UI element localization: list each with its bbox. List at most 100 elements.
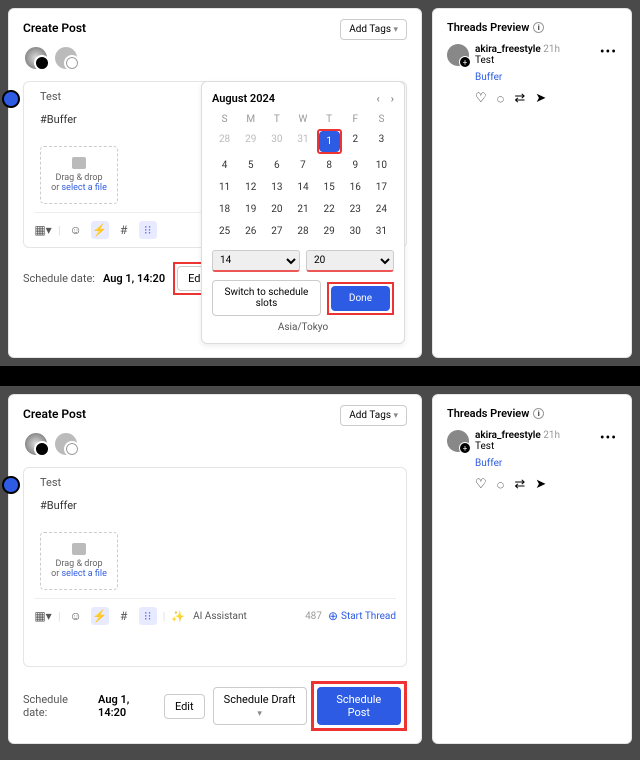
dow-header: S (212, 111, 237, 128)
day-cell[interactable]: 28 (212, 129, 237, 154)
day-cell[interactable]: 29 (317, 221, 342, 242)
month-label: August 2024 (212, 92, 275, 105)
repost-icon[interactable]: ⇄ (514, 477, 525, 493)
day-cell[interactable]: 30 (343, 221, 368, 242)
channel-avatars (23, 45, 407, 73)
minute-select[interactable]: 20 (306, 250, 394, 272)
day-cell[interactable]: 16 (343, 177, 368, 198)
info-icon[interactable]: i (533, 22, 544, 33)
comment-icon[interactable]: ◌ (497, 477, 505, 493)
day-cell[interactable]: 14 (290, 177, 315, 198)
day-cell[interactable]: 31 (290, 129, 315, 154)
add-tags-button[interactable]: Add Tags ▾ (340, 405, 407, 426)
emoji-icon[interactable]: ☺ (67, 607, 85, 625)
dow-header: T (317, 111, 342, 128)
share-icon[interactable]: ➤ (535, 91, 546, 107)
avatar-1[interactable] (23, 45, 49, 71)
day-cell[interactable]: 6 (264, 155, 289, 176)
day-cell[interactable]: 13 (264, 177, 289, 198)
date-picker: August 2024 ‹ › SMTWTFS28293031123456789… (201, 81, 405, 344)
wand-icon[interactable]: ✨ (171, 610, 185, 623)
add-tags-button[interactable]: Add Tags ▾ (340, 19, 407, 40)
highlight-done: Done (327, 282, 394, 315)
day-cell[interactable]: 29 (238, 129, 263, 154)
image-icon (72, 157, 86, 169)
hash-icon[interactable]: # (115, 607, 133, 625)
hash-icon[interactable]: # (115, 221, 133, 239)
day-cell[interactable]: 21 (290, 199, 315, 220)
scan-icon[interactable]: ⁝⁝ (139, 607, 157, 625)
dow-header: M (238, 111, 263, 128)
day-selected[interactable]: 1 (317, 129, 342, 154)
schedule-label: Schedule date: (23, 693, 90, 719)
composer[interactable]: Test #Buffer Drag & drop or select a fil… (23, 467, 407, 667)
day-cell[interactable]: 20 (264, 199, 289, 220)
media-picker-icon[interactable]: ▦▾ (34, 607, 52, 625)
day-cell[interactable]: 9 (343, 155, 368, 176)
day-cell[interactable]: 17 (369, 177, 394, 198)
day-cell[interactable]: 26 (238, 221, 263, 242)
edit-button[interactable]: Edit (164, 694, 205, 719)
day-cell[interactable]: 5 (238, 155, 263, 176)
schedule-date: Aug 1, 14:20 (103, 272, 165, 285)
dow-header: T (264, 111, 289, 128)
like-icon[interactable]: ♡ (475, 91, 487, 107)
comment-icon[interactable]: ◌ (497, 91, 505, 107)
preview-time: 21h (543, 44, 560, 55)
ai-assistant-button[interactable]: AI Assistant (193, 611, 247, 622)
like-icon[interactable]: ♡ (475, 477, 487, 493)
share-icon[interactable]: ➤ (535, 477, 546, 493)
prev-month-icon[interactable]: ‹ (376, 92, 379, 105)
day-cell[interactable]: 2 (343, 129, 368, 154)
day-cell[interactable]: 18 (212, 199, 237, 220)
preview-hashtag: Buffer (475, 72, 617, 83)
post-text-line-2: #Buffer (40, 499, 396, 512)
preview-username: akira_freestyle (475, 430, 541, 441)
preview-menu-icon[interactable]: ••• (600, 430, 617, 452)
preview-text: Test (475, 441, 560, 452)
preview-title: Threads Preview i (447, 407, 617, 420)
info-icon[interactable]: i (533, 408, 544, 419)
media-dropzone[interactable]: Drag & drop or select a file (40, 146, 118, 204)
schedule-post-button[interactable]: Schedule Post (317, 687, 401, 725)
dow-header: F (343, 111, 368, 128)
day-cell[interactable]: 10 (369, 155, 394, 176)
day-cell[interactable]: 27 (264, 221, 289, 242)
media-picker-icon[interactable]: ▦▾ (34, 221, 52, 239)
hour-select[interactable]: 14 (212, 250, 300, 272)
schedule-draft-button[interactable]: Schedule Draft (213, 687, 307, 725)
switch-slots-button[interactable]: Switch to schedule slots (212, 280, 321, 316)
repost-icon[interactable]: ⇄ (514, 91, 525, 107)
avatar-2[interactable] (53, 45, 79, 71)
avatar-1[interactable] (23, 431, 49, 457)
preview-menu-icon[interactable]: ••• (600, 44, 617, 66)
emoji-icon[interactable]: ☺ (67, 221, 85, 239)
start-thread-button[interactable]: Start Thread (328, 609, 396, 623)
day-cell[interactable]: 30 (264, 129, 289, 154)
day-cell[interactable]: 24 (369, 199, 394, 220)
day-cell[interactable]: 23 (343, 199, 368, 220)
day-cell[interactable]: 8 (317, 155, 342, 176)
dow-header: W (290, 111, 315, 128)
scan-icon[interactable]: ⁝⁝ (139, 221, 157, 239)
next-month-icon[interactable]: › (391, 92, 394, 105)
preview-username: akira_freestyle (475, 44, 541, 55)
channel-dot-icon (2, 476, 20, 494)
bolt-icon[interactable]: ⚡ (91, 221, 109, 239)
day-cell[interactable]: 22 (317, 199, 342, 220)
day-cell[interactable]: 4 (212, 155, 237, 176)
day-cell[interactable]: 25 (212, 221, 237, 242)
dow-header: S (369, 111, 394, 128)
done-button[interactable]: Done (331, 286, 390, 311)
avatar-2[interactable] (53, 431, 79, 457)
day-cell[interactable]: 19 (238, 199, 263, 220)
media-dropzone[interactable]: Drag & drop or select a file (40, 532, 118, 590)
day-cell[interactable]: 7 (290, 155, 315, 176)
day-cell[interactable]: 3 (369, 129, 394, 154)
day-cell[interactable]: 15 (317, 177, 342, 198)
day-cell[interactable]: 31 (369, 221, 394, 242)
day-cell[interactable]: 28 (290, 221, 315, 242)
day-cell[interactable]: 11 (212, 177, 237, 198)
bolt-icon[interactable]: ⚡ (91, 607, 109, 625)
day-cell[interactable]: 12 (238, 177, 263, 198)
